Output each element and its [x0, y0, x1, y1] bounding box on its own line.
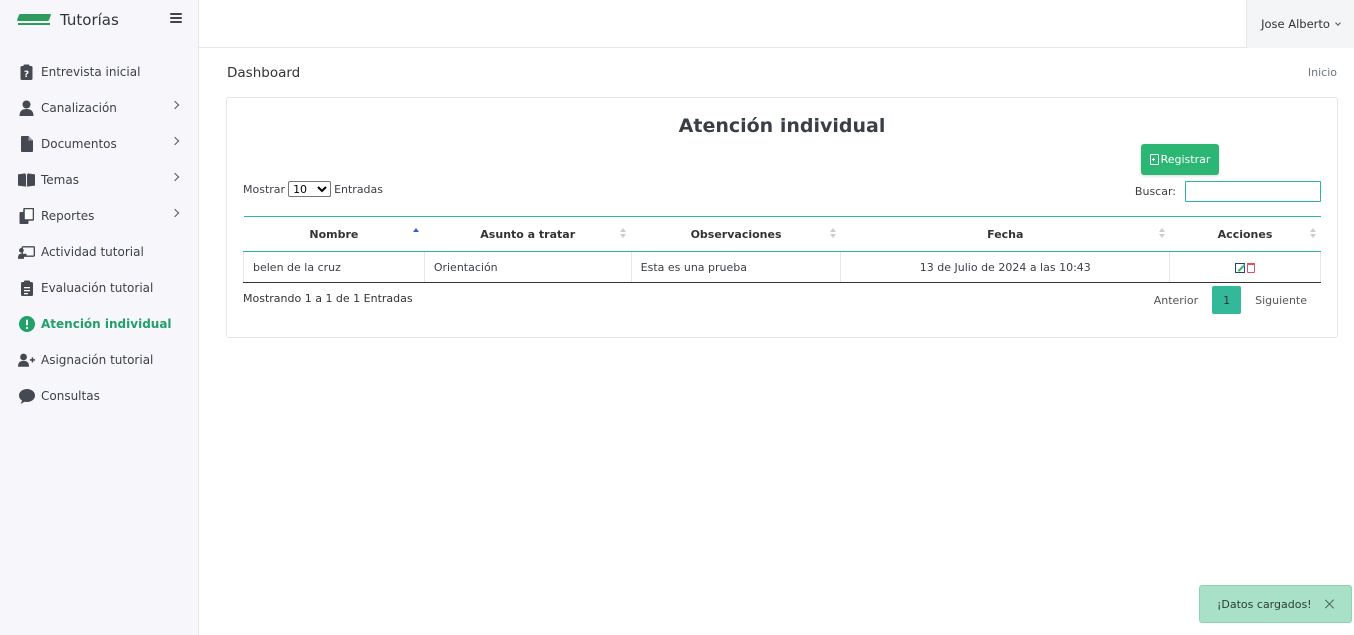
sidebar-item-label: Actividad tutorial [41, 245, 144, 259]
sidebar-item-consultas[interactable]: Consultas [0, 378, 198, 414]
comment-icon [18, 388, 35, 405]
copy-icon [18, 208, 35, 225]
page-title: Dashboard [227, 65, 301, 81]
search-control: Buscar: [1135, 181, 1321, 202]
table-row: belen de la cruz Orientación Esta es una… [243, 251, 1321, 283]
pagination: Anterior 1 Siguiente [1140, 286, 1321, 314]
sidebar-item-label: Consultas [41, 389, 100, 403]
column-header-label: Fecha [987, 227, 1024, 241]
sort-icon [620, 228, 627, 240]
top-bar: Jose Alberto [199, 0, 1354, 48]
user-plus-icon [18, 352, 35, 369]
sidebar-item-evaluacion-tutorial[interactable]: Evaluación tutorial [0, 270, 198, 306]
card-title: Atención individual [678, 115, 886, 137]
column-header-label: Nombre [309, 227, 359, 241]
table-header-row: Nombre Asunto a tratar Observaciones Fec… [243, 216, 1321, 252]
close-icon[interactable] [1325, 599, 1335, 609]
user-name: Jose Alberto [1261, 17, 1330, 31]
column-header-nombre[interactable]: Nombre [243, 216, 425, 252]
brand[interactable]: Tutorías [0, 0, 198, 40]
sidebar-item-temas[interactable]: Temas [0, 162, 198, 198]
sort-icon [1158, 228, 1165, 240]
brand-title: Tutorías [60, 11, 119, 29]
cell-nombre: belen de la cruz [243, 251, 425, 283]
sidebar-item-label: Asignación tutorial [41, 353, 154, 367]
sidebar-item-actividad-tutorial[interactable]: Actividad tutorial [0, 234, 198, 270]
chevron-right-icon [170, 208, 180, 218]
sidebar-item-label: Canalización [41, 101, 117, 115]
column-header-label: Observaciones [690, 227, 782, 241]
column-header-label: Asunto a tratar [480, 227, 576, 241]
sidebar-item-label: Evaluación tutorial [41, 281, 154, 295]
search-input[interactable] [1185, 181, 1321, 202]
sort-icon [829, 228, 836, 240]
sidebar: Tutorías ? Entrevista inicial Canalizaci… [0, 0, 199, 635]
pagination-next[interactable]: Siguiente [1241, 294, 1321, 307]
sort-icon [1309, 228, 1316, 240]
clipboard-list-icon [18, 280, 35, 297]
sidebar-item-label: Reportes [41, 209, 95, 223]
sidebar-item-label: Documentos [41, 137, 117, 151]
sidebar-item-documentos[interactable]: Documentos [0, 126, 198, 162]
column-header-label: Acciones [1217, 227, 1273, 241]
length-prefix: Mostrar [243, 182, 286, 196]
column-header-asunto[interactable]: Asunto a tratar [424, 216, 632, 252]
toast-message: ¡Datos cargados! [1217, 597, 1312, 611]
sidebar-item-reportes[interactable]: Reportes [0, 198, 198, 234]
toast-notification: ¡Datos cargados! [1199, 585, 1352, 623]
menu-toggle-icon[interactable] [170, 13, 182, 23]
svg-text:?: ? [24, 70, 29, 80]
cell-acciones [1169, 251, 1321, 283]
column-header-observaciones[interactable]: Observaciones [631, 216, 841, 252]
chevron-down-icon [1335, 19, 1341, 26]
trash-icon[interactable] [1247, 262, 1256, 273]
table-info: Mostrando 1 a 1 de 1 Entradas [243, 292, 413, 305]
entries-length-select[interactable]: 10 [288, 181, 332, 197]
book-open-icon [18, 172, 35, 189]
user-icon [18, 100, 35, 117]
cell-asunto: Orientación [423, 251, 632, 283]
user-menu-button[interactable]: Jose Alberto [1246, 0, 1354, 48]
column-header-acciones[interactable]: Acciones [1169, 216, 1321, 252]
pagination-page-current[interactable]: 1 [1212, 286, 1242, 314]
chalkboard-teacher-icon [18, 244, 35, 261]
breadcrumb-inicio[interactable]: Inicio [1308, 66, 1337, 79]
sidebar-item-label: Atención individual [41, 317, 172, 331]
chevron-right-icon [170, 100, 180, 110]
sidebar-nav: ? Entrevista inicial Canalización Docume… [0, 54, 198, 414]
sidebar-item-canalizacion[interactable]: Canalización [0, 90, 198, 126]
cell-observaciones: Esta es una prueba [630, 251, 842, 283]
register-button-label: Registrar [1160, 153, 1211, 166]
pagination-previous[interactable]: Anterior [1140, 294, 1212, 307]
sidebar-item-label: Temas [41, 173, 79, 187]
file-icon [18, 136, 35, 153]
sidebar-item-entrevista-inicial[interactable]: ? Entrevista inicial [0, 54, 198, 90]
edit-icon[interactable] [1235, 262, 1246, 273]
atencion-individual-card: Atención individual Registrar Mostrar 10… [226, 97, 1338, 338]
cell-fecha: 13 de Julio de 2024 a las 10:43 [840, 251, 1171, 283]
exclamation-circle-icon [18, 316, 35, 333]
length-suffix: Entradas [334, 182, 384, 196]
search-label: Buscar: [1134, 185, 1176, 198]
entries-length-control: Mostrar 10 Entradas [243, 181, 383, 197]
brand-logo [16, 14, 52, 26]
atencion-table: Nombre Asunto a tratar Observaciones Fec… [243, 216, 1321, 283]
register-button[interactable]: Registrar [1141, 144, 1219, 175]
sidebar-item-atencion-individual[interactable]: Atención individual [0, 306, 198, 342]
chevron-right-icon [170, 172, 180, 182]
sidebar-item-asignacion-tutorial[interactable]: Asignación tutorial [0, 342, 198, 378]
clipboard-question-icon: ? [18, 64, 35, 81]
file-plus-icon [1149, 154, 1159, 165]
sidebar-item-label: Entrevista inicial [41, 65, 141, 79]
column-header-fecha[interactable]: Fecha [840, 216, 1170, 252]
chevron-right-icon [170, 136, 180, 146]
sort-asc-icon [413, 228, 420, 240]
